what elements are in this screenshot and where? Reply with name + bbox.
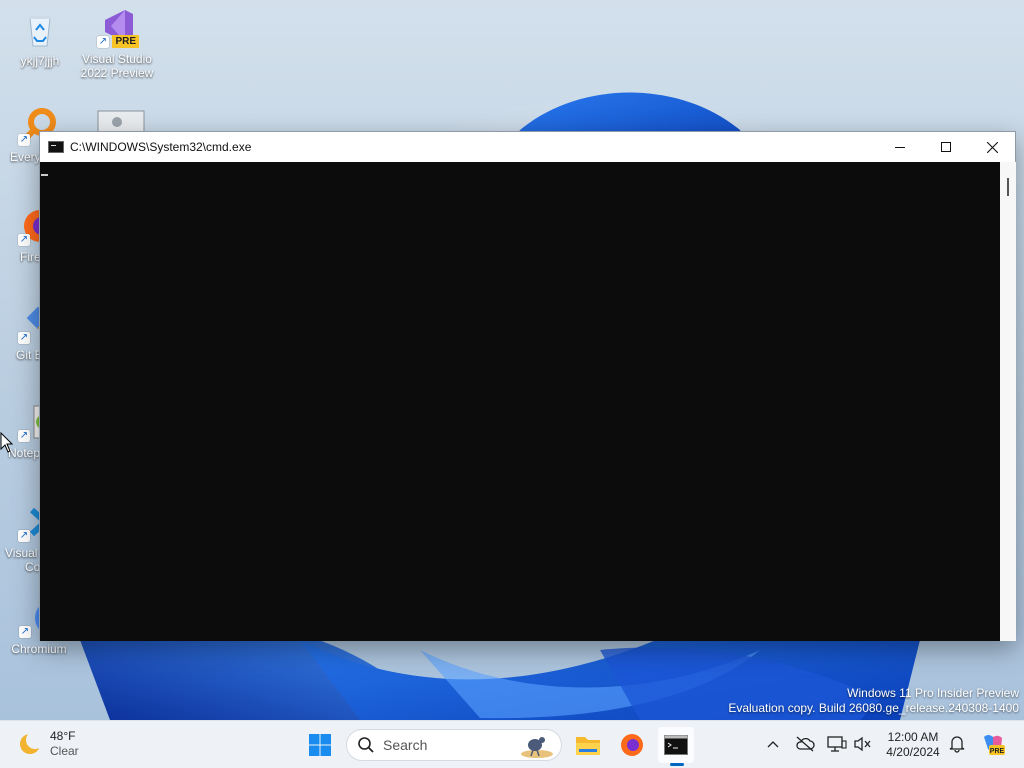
clock[interactable]: 12:00 AM 4/20/2024 xyxy=(880,730,946,760)
vertical-scrollbar[interactable] xyxy=(1000,162,1016,641)
active-app-indicator xyxy=(670,763,684,766)
weather-temperature: 48°F xyxy=(50,729,76,743)
file-explorer-icon xyxy=(576,737,600,755)
close-icon xyxy=(986,141,998,153)
cmd-window[interactable]: C:\WINDOWS\System32\cmd.exe xyxy=(39,131,1016,641)
moon-icon xyxy=(18,731,44,756)
clock-date: 4/20/2024 xyxy=(886,745,940,759)
weather-widget[interactable]: 48°F Clear xyxy=(18,729,79,759)
shortcut-arrow-icon: ↗ xyxy=(18,234,30,246)
watermark-line1: Windows 11 Pro Insider Preview xyxy=(847,686,1019,700)
taskbar-firefox[interactable] xyxy=(614,727,650,763)
windows-logo-icon xyxy=(309,734,331,756)
show-hidden-icons-button[interactable] xyxy=(762,733,784,755)
maximize-icon xyxy=(941,142,951,152)
bell-icon xyxy=(949,736,965,753)
clock-time: 12:00 AM xyxy=(887,730,939,744)
volume-status[interactable] xyxy=(852,733,874,755)
scrollbar-thumb[interactable] xyxy=(1007,178,1009,196)
maximize-button[interactable] xyxy=(923,132,969,162)
shortcut-arrow-icon: ↗ xyxy=(18,134,30,146)
speaker-muted-icon xyxy=(854,736,871,752)
copilot-button[interactable]: PRE xyxy=(980,731,1006,757)
window-title: C:\WINDOWS\System32\cmd.exe xyxy=(70,140,252,154)
close-button[interactable] xyxy=(969,132,1015,162)
copilot-icon: PRE xyxy=(984,735,1005,755)
mouse-pointer-icon xyxy=(0,432,14,453)
watermark-line2: Evaluation copy. Build 26080.ge_release.… xyxy=(728,701,1019,715)
network-status[interactable] xyxy=(794,733,816,755)
cmd-app-icon[interactable] xyxy=(48,141,64,153)
desktop-icon-label: ykjj7jjjh xyxy=(20,54,60,68)
os-watermark: Windows 11 Pro Insider Preview Evaluatio… xyxy=(728,686,1019,716)
cloud-offline-icon xyxy=(796,736,815,752)
desktop-icon-label: Chromium xyxy=(11,642,67,656)
shortcut-arrow-icon: ↗ xyxy=(18,530,30,542)
notifications-button[interactable] xyxy=(946,733,968,755)
monitor-icon xyxy=(827,736,847,752)
search-highlight-icon xyxy=(521,737,553,758)
shortcut-arrow-icon: ↗ xyxy=(18,430,30,442)
weather-condition: Clear xyxy=(50,744,79,758)
svg-text:PRE: PRE xyxy=(990,748,1005,755)
console-area[interactable] xyxy=(40,162,1000,641)
shortcut-arrow-icon: ↗ xyxy=(18,332,30,344)
recycle-bin-icon xyxy=(20,10,60,50)
desktop-icon-label: Visual Studio 2022 Preview xyxy=(80,52,154,80)
desktop-icon-visual-studio[interactable]: PRE ↗ Visual Studio 2022 Preview xyxy=(79,8,155,80)
firefox-icon xyxy=(621,734,643,756)
desktop-icon-recycle-bin[interactable]: ykjj7jjjh xyxy=(2,10,78,68)
taskbar-file-explorer[interactable] xyxy=(570,727,606,763)
chevron-up-icon xyxy=(767,741,779,748)
start-button[interactable] xyxy=(302,727,338,763)
title-bar[interactable]: C:\WINDOWS\System32\cmd.exe xyxy=(40,132,1015,162)
shortcut-arrow-icon: ↗ xyxy=(19,626,31,638)
search-icon xyxy=(358,737,374,753)
taskbar: 48°F Clear Search 12:00 AM 4/20/2024 PRE xyxy=(0,720,1024,768)
pre-badge: PRE xyxy=(112,35,139,48)
terminal-icon xyxy=(664,735,688,755)
visual-studio-icon: PRE ↗ xyxy=(97,8,139,48)
display-status[interactable] xyxy=(826,733,848,755)
minimize-button[interactable] xyxy=(877,132,923,162)
shortcut-arrow-icon: ↗ xyxy=(97,36,109,48)
minimize-icon xyxy=(895,147,905,148)
taskbar-terminal[interactable] xyxy=(658,727,694,763)
taskbar-search-box[interactable]: Search xyxy=(346,729,562,761)
text-cursor xyxy=(41,174,48,176)
search-placeholder: Search xyxy=(383,737,428,753)
